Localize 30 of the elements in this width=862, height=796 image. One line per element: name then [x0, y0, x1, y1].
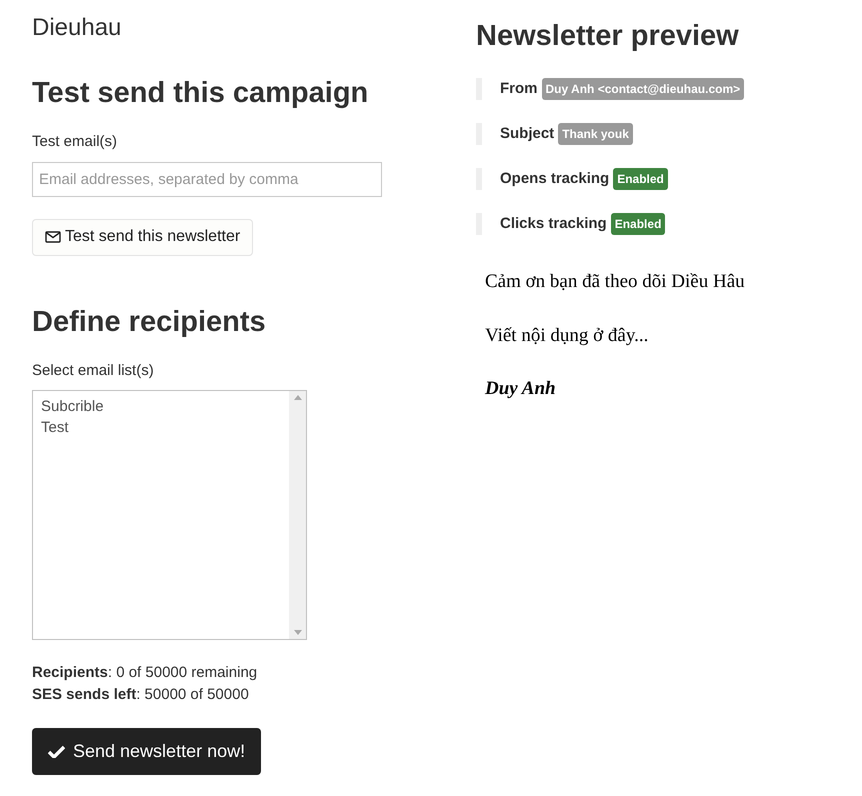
meta-tag: Thank youk: [558, 123, 633, 145]
meta-label: Clicks tracking: [500, 214, 607, 234]
stats-line: SES sends left: 50000 of 50000: [32, 685, 250, 705]
email-field[interactable]: Email addresses, separated by comma: [32, 162, 382, 196]
list-option[interactable]: Subcrible: [41, 396, 289, 417]
meta-label: Opens tracking: [500, 168, 610, 189]
body-paragraph: Cảm ơn bạn đã theo dõi Diều Hâu: [485, 270, 745, 294]
meta-tag: Duy Anh <contact@dieuhau.com>: [542, 78, 744, 100]
body-paragraph: Viết nội dụng ở đây...: [485, 324, 650, 348]
test-send-button[interactable]: Test send this newsletter: [32, 218, 254, 256]
preview-heading: Newsletter preview: [476, 19, 739, 54]
section-heading: Define recipients: [32, 304, 266, 340]
meta-label: From: [500, 78, 538, 99]
meta-tag: Enabled: [610, 213, 666, 235]
envelope-icon: [45, 231, 61, 243]
down-arrow-icon: [294, 630, 302, 635]
meta-tag: Enabled: [613, 168, 668, 190]
field-label: Test email(s): [32, 132, 118, 152]
scrollbar[interactable]: [289, 391, 306, 639]
section-heading: Test send this campaign: [32, 76, 368, 111]
email-list-box[interactable]: Subcrible Test: [32, 390, 307, 640]
signature: Duy Anh: [485, 377, 557, 401]
up-arrow-icon: [294, 395, 302, 400]
field-label: Select email list(s): [32, 360, 154, 380]
meta-label: Subject: [500, 124, 554, 144]
send-newsletter-button[interactable]: Send newsletter now!: [32, 728, 262, 775]
checkmark-icon: [48, 745, 65, 758]
stats-line: Recipients: 0 of 50000 remaining: [32, 663, 258, 683]
site-title: Dieuhau: [32, 14, 122, 42]
list-option[interactable]: Test: [41, 417, 289, 438]
